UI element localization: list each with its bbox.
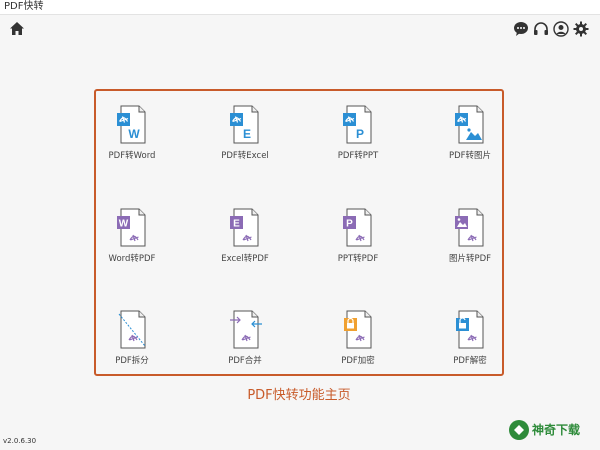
tile-label: 图片转PDF [448, 254, 492, 264]
tile-label: PDF解密 [453, 356, 487, 366]
tile-label: PDF转Excel [221, 151, 269, 161]
chat-icon[interactable] [513, 21, 529, 37]
merge-doc-icon [230, 310, 262, 349]
tile-1[interactable]: E PDF转Excel [205, 105, 285, 183]
svg-text:P: P [346, 219, 353, 230]
pdf-to-doc-icon: P [343, 105, 372, 144]
split-doc-icon [118, 310, 146, 349]
toolbar [0, 15, 600, 43]
tile-label: Excel转PDF [221, 254, 269, 264]
tile-5[interactable]: E Excel转PDF [205, 208, 285, 286]
tile-label: PDF转PPT [337, 151, 379, 161]
tile-4[interactable]: W Word转PDF [92, 208, 172, 286]
to-pdf-doc-icon [455, 208, 484, 247]
tile-label: PPT转PDF [337, 254, 379, 264]
pdf-to-doc-icon [455, 105, 484, 144]
svg-text:E: E [233, 219, 240, 230]
tile-2[interactable]: P PDF转PPT [318, 105, 398, 183]
tile-10[interactable]: PDF加密 [318, 310, 398, 388]
svg-text:W: W [128, 127, 140, 141]
tile-label: PDF转Word [108, 151, 156, 161]
pdf-to-doc-icon: E [230, 105, 259, 144]
tile-label: PDF转图片 [448, 151, 492, 161]
pdf-to-doc-icon: W [117, 105, 146, 144]
watermark-text: 神奇下载 [532, 423, 581, 437]
gear-icon[interactable] [573, 21, 589, 37]
tile-3[interactable]: PDF转图片 [430, 105, 510, 183]
page-caption: PDF快转功能主页 [247, 388, 351, 403]
watermark-logo-icon [509, 420, 529, 440]
svg-text:P: P [356, 127, 364, 141]
tile-11[interactable]: PDF解密 [430, 310, 510, 388]
svg-text:W: W [119, 219, 129, 230]
tile-label: PDF加密 [341, 356, 375, 366]
to-pdf-doc-icon: E [230, 208, 259, 247]
watermark: 神奇下载 [506, 417, 592, 443]
tile-6[interactable]: P PPT转PDF [318, 208, 398, 286]
svg-text:E: E [243, 127, 251, 141]
tile-9[interactable]: PDF合并 [205, 310, 285, 388]
tile-7[interactable]: 图片转PDF [430, 208, 510, 286]
unlock-doc-icon [456, 310, 484, 349]
tile-0[interactable]: W PDF转Word [92, 105, 172, 183]
title-bar: PDF快转 [0, 0, 600, 15]
user-icon[interactable] [553, 21, 569, 37]
headset-icon[interactable] [533, 21, 549, 37]
tile-label: PDF合并 [228, 356, 262, 366]
lock-doc-icon [344, 310, 372, 349]
tile-label: Word转PDF [108, 254, 156, 264]
version-label: v2.0.6.30 [3, 437, 37, 445]
tile-8[interactable]: PDF拆分 [92, 310, 172, 388]
to-pdf-doc-icon: P [343, 208, 372, 247]
window-title: PDF快转 [4, 1, 44, 12]
home-icon[interactable] [8, 20, 26, 38]
tile-label: PDF拆分 [115, 356, 149, 366]
to-pdf-doc-icon: W [117, 208, 146, 247]
